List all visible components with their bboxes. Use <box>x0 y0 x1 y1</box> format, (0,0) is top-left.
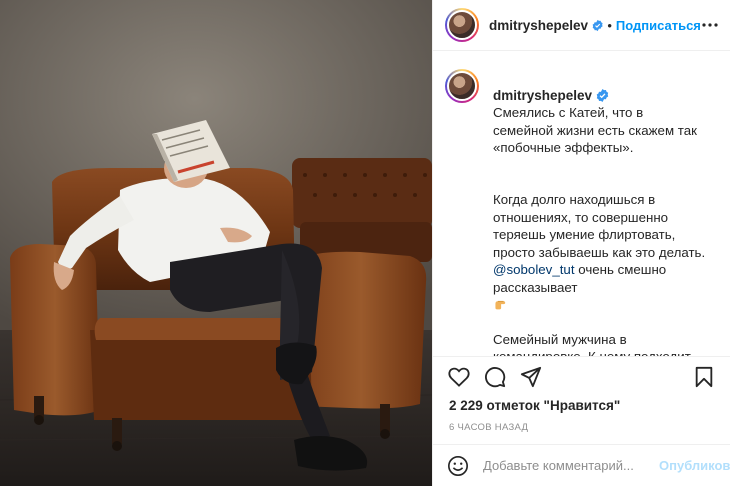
post-photo[interactable] <box>0 0 432 486</box>
likes-count[interactable]: 2 229 отметок "Нравится" <box>433 396 730 418</box>
publish-button[interactable]: Опубликовать <box>659 458 730 473</box>
smiley-icon[interactable] <box>447 454 469 478</box>
more-options-icon[interactable] <box>701 14 720 36</box>
caption-paragraph-1: Смеялись с Катей, что в семейной жизни е… <box>493 105 697 155</box>
comment-input[interactable] <box>483 458 659 473</box>
caption-text: dmitryshepelev Смеялись с Катей, что в с… <box>493 69 707 357</box>
comment-form: Опубликовать <box>433 444 730 486</box>
bookmark-icon[interactable] <box>690 363 718 391</box>
comment-icon[interactable] <box>481 363 509 391</box>
header-username[interactable]: dmitryshepelev <box>489 18 588 33</box>
heart-icon[interactable] <box>445 363 473 391</box>
post-side-panel: dmitryshepelev • Подписаться dmitryshepe… <box>432 0 730 486</box>
share-icon[interactable] <box>517 363 545 391</box>
caption-paragraph-2: Когда долго находишься в отношениях, то … <box>493 192 706 260</box>
caption-area: dmitryshepelev Смеялись с Катей, что в с… <box>433 51 730 356</box>
photo-illustration <box>0 0 432 486</box>
verified-badge-icon <box>596 88 609 102</box>
action-bar <box>433 356 730 396</box>
caption-avatar[interactable] <box>445 69 479 103</box>
separator-dot: • <box>607 17 612 33</box>
follow-button[interactable]: Подписаться <box>616 18 701 33</box>
verified-badge-icon <box>592 19 603 31</box>
post-header: dmitryshepelev • Подписаться <box>433 0 730 51</box>
pointing-hand-emoji-icon <box>495 300 506 310</box>
post-time: 6 часов назад <box>449 422 529 433</box>
mention-link[interactable]: @sobolev_tut <box>493 262 575 277</box>
caption-paragraph-3: Семейный мужчина в командировке. К нему … <box>493 331 691 357</box>
instagram-post: dmitryshepelev • Подписаться dmitryshepe… <box>0 0 730 486</box>
caption-username[interactable]: dmitryshepelev <box>493 88 592 103</box>
avatar[interactable] <box>445 8 479 42</box>
